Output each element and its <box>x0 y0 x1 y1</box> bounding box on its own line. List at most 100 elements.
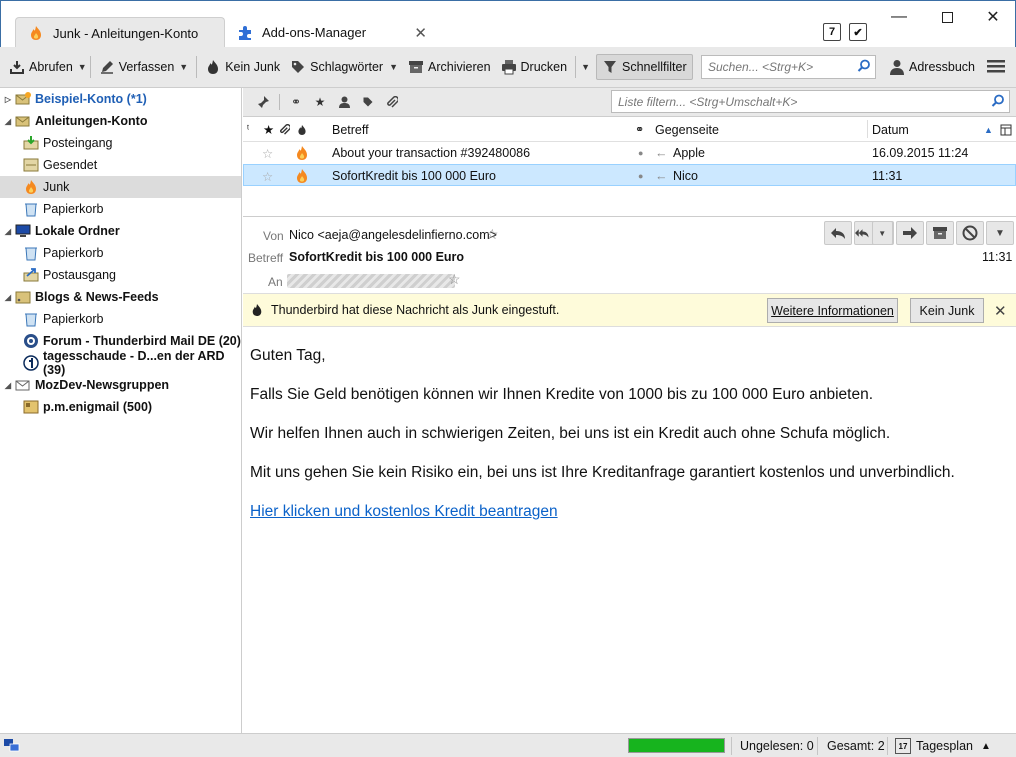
get-mail-button[interactable]: Abrufen <box>4 54 78 80</box>
flame-icon <box>251 303 263 317</box>
chevron-down-icon[interactable]: ▼ <box>78 62 87 72</box>
tags-button[interactable]: Schlagwörter ▼ <box>285 54 403 80</box>
folder-account-newsgroups[interactable]: ◢ MozDev-Newsgruppen <box>0 374 241 396</box>
folder-account-feeds[interactable]: ◢ Blogs & News-Feeds <box>0 286 241 308</box>
tab-addons-manager[interactable]: Add-ons-Manager ✕ <box>233 17 433 48</box>
folder-outbox[interactable]: Postausgang <box>0 264 241 286</box>
title-bar: Junk - Anleitungen-Konto Add-ons-Manager… <box>0 0 1016 48</box>
junk-column-icon[interactable] <box>297 117 307 142</box>
folder-sent[interactable]: Gesendet <box>0 154 241 176</box>
chevron-down-icon: ▼ <box>389 62 398 72</box>
today-pane-button[interactable]: 17 Tagesplan ▲ <box>895 734 991 757</box>
folder-account-beispiel[interactable]: ▷ Beispiel-Konto (*1) <box>0 88 241 110</box>
body-greeting: Guten Tag, <box>250 347 326 364</box>
folder-feed-tagesschau[interactable]: tagesschaude - D...en der ARD (39) <box>0 349 241 377</box>
online-status-icon[interactable] <box>4 734 20 757</box>
tasks-icon[interactable]: ✔ <box>849 23 867 41</box>
redacted-recipient <box>287 274 455 288</box>
folder-trash[interactable]: Papierkorb <box>0 198 241 220</box>
folder-newsgroup-enigmail[interactable]: p.m.enigmail (500) <box>0 396 241 418</box>
arrow-left-icon: ← <box>655 146 668 160</box>
pin-icon[interactable] <box>251 92 275 112</box>
message-header: Von Nico <aeja@angelesdelinfierno.com> ☆… <box>243 218 1016 293</box>
archive-button[interactable]: Archivieren <box>403 54 496 80</box>
star-icon[interactable]: ★ <box>308 92 332 112</box>
not-junk-button[interactable]: Kein Junk <box>200 54 285 80</box>
not-junk-button[interactable]: Kein Junk <box>910 298 984 323</box>
star-icon[interactable]: ☆ <box>262 142 273 164</box>
junk-flame-icon[interactable] <box>295 142 309 164</box>
attachment-icon[interactable] <box>380 92 404 112</box>
collapse-icon[interactable]: ◢ <box>3 381 13 390</box>
more-actions-button[interactable]: ▼ <box>986 221 1014 245</box>
maximize-button[interactable] <box>927 7 967 27</box>
folder-inbox[interactable]: Posteingang <box>0 132 241 154</box>
chevron-down-icon[interactable]: ▼ <box>179 62 188 72</box>
tab-junk[interactable]: Junk - Anleitungen-Konto <box>15 17 225 48</box>
address-book-button[interactable]: Adressbuch <box>884 54 980 80</box>
attachment-column-icon[interactable] <box>279 117 290 142</box>
credit-link[interactable]: Hier klicken und kostenlos Kredit beantr… <box>250 503 558 520</box>
folder-feeds-trash[interactable]: Papierkorb <box>0 308 241 330</box>
column-picker-icon[interactable] <box>1000 117 1012 142</box>
inbox-icon <box>23 135 39 151</box>
correspondent-column-header[interactable]: Gegenseite <box>655 117 719 142</box>
close-icon[interactable]: ✕ <box>414 24 427 42</box>
thread-subject: About your transaction #392480086 <box>332 146 531 160</box>
menu-icon[interactable] <box>987 58 1005 77</box>
quick-filter-button[interactable]: Schnellfilter <box>596 54 693 80</box>
close-icon[interactable]: ✕ <box>994 302 1007 320</box>
expand-icon[interactable]: ▷ <box>3 95 13 104</box>
mail-account-icon <box>15 113 31 129</box>
archive-button[interactable] <box>926 221 954 245</box>
folder-junk[interactable]: Junk <box>0 176 241 198</box>
from-address[interactable]: Nico <aeja@angelesdelinfierno.com> <box>289 228 497 242</box>
write-button[interactable]: Verfassen <box>94 54 180 80</box>
unread-filter-icon[interactable]: ⚭ <box>284 92 308 112</box>
minimize-button[interactable]: — <box>879 7 919 27</box>
forward-button[interactable] <box>896 221 924 245</box>
folder-local-trash[interactable]: Papierkorb <box>0 242 241 264</box>
star-icon[interactable]: ☆ <box>448 271 461 288</box>
thread-date: 11:31 <box>872 169 903 183</box>
calendar-icon[interactable]: 7 <box>823 23 841 41</box>
printer-icon <box>501 59 517 75</box>
print-button[interactable]: Drucken <box>496 54 573 80</box>
progress-bar <box>628 738 725 753</box>
read-dot-icon[interactable]: ● <box>638 165 643 187</box>
reply-all-button[interactable]: ▼ <box>854 221 894 245</box>
folder-account-local[interactable]: ◢ Lokale Ordner <box>0 220 241 242</box>
search-input[interactable]: Suchen... <Strg+K> <box>701 55 876 79</box>
table-row[interactable]: ☆ SofortKredit bis 100 000 Euro ● ← Nico… <box>243 164 1016 186</box>
filter-input[interactable]: Liste filtern... <Strg+Umschalt+K> <box>611 90 1010 113</box>
star-icon[interactable]: ☆ <box>486 226 499 243</box>
close-window-button[interactable]: ✕ <box>973 7 1013 27</box>
thread-column-icon[interactable]: ᵗ <box>247 117 249 142</box>
junk-flame-icon[interactable] <box>295 165 309 187</box>
star-column-icon[interactable]: ★ <box>263 117 274 142</box>
unread-column-icon[interactable]: ⚭ <box>635 117 644 142</box>
date-column-header[interactable]: Datum <box>872 117 909 142</box>
mail-account-icon <box>15 91 31 107</box>
to-label: An <box>268 275 283 289</box>
table-row[interactable]: ☆ About your transaction #392480086 ● ← … <box>243 142 1016 164</box>
junk-button[interactable] <box>956 221 984 245</box>
more-info-button[interactable]: Weitere Informationen <box>767 298 898 323</box>
star-icon[interactable]: ☆ <box>262 165 273 187</box>
tag-icon[interactable] <box>356 92 380 112</box>
chevron-down-icon[interactable]: ▼ <box>581 62 590 72</box>
read-dot-icon[interactable]: ● <box>638 142 643 164</box>
collapse-icon[interactable]: ◢ <box>3 227 13 236</box>
reply-button[interactable] <box>824 221 852 245</box>
thread-correspondent: Nico <box>673 169 699 183</box>
subject-column-header[interactable]: Betreff <box>332 117 369 142</box>
tab-label: Add-ons-Manager <box>262 25 367 40</box>
contact-filter-icon[interactable] <box>332 92 356 112</box>
from-label: Von <box>263 229 284 243</box>
status-bar: Ungelesen: 0 Gesamt: 2 17 Tagesplan ▲ <box>0 733 1016 757</box>
collapse-icon[interactable]: ◢ <box>3 117 13 126</box>
junk-notification-bar: Thunderbird hat diese Nachricht als Junk… <box>243 293 1016 327</box>
collapse-icon[interactable]: ◢ <box>3 293 13 302</box>
chevron-down-icon: ▼ <box>871 221 893 245</box>
folder-account-anleitungen[interactable]: ◢ Anleitungen-Konto <box>0 110 241 132</box>
